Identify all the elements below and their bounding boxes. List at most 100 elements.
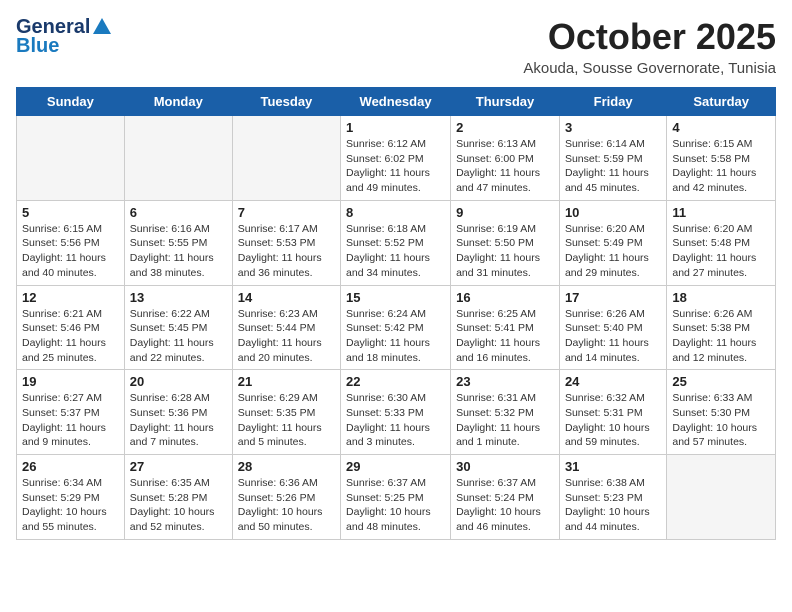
day-cell: 13 Sunrise: 6:22 AMSunset: 5:45 PMDayligh… — [124, 285, 232, 370]
day-info: Sunrise: 6:37 AMSunset: 5:25 PMDaylight:… — [346, 476, 445, 535]
day-cell: 31 Sunrise: 6:38 AMSunset: 5:23 PMDayligh… — [559, 455, 666, 540]
day-cell: 9 Sunrise: 6:19 AMSunset: 5:50 PMDaylight… — [451, 200, 560, 285]
day-cell: 18Sunrise: 6:26 AMSunset: 5:38 PMDayligh… — [667, 285, 776, 370]
day-cell: 12 Sunrise: 6:21 AMSunset: 5:46 PMDayligh… — [17, 285, 125, 370]
day-number: 29 — [346, 459, 445, 474]
day-number: 1 — [346, 120, 445, 135]
title-section: October 2025 Akouda, Sousse Governorate,… — [523, 16, 776, 77]
day-info: Sunrise: 6:29 AMSunset: 5:35 PMDaylight:… — [238, 391, 335, 450]
day-cell: 6 Sunrise: 6:16 AMSunset: 5:55 PMDaylight… — [124, 200, 232, 285]
day-cell: 1 Sunrise: 6:12 AMSunset: 6:02 PMDaylight… — [341, 116, 451, 201]
day-cell: 26Sunrise: 6:34 AMSunset: 5:29 PMDayligh… — [17, 455, 125, 540]
header-row: SundayMondayTuesdayWednesdayThursdayFrid… — [17, 88, 776, 116]
day-info: Sunrise: 6:20 AMSunset: 5:49 PMDaylight:… — [565, 222, 661, 281]
day-number: 22 — [346, 374, 445, 389]
day-cell: 17Sunrise: 6:26 AMSunset: 5:40 PMDayligh… — [559, 285, 666, 370]
day-info: Sunrise: 6:28 AMSunset: 5:36 PMDaylight:… — [130, 391, 227, 450]
day-number: 3 — [565, 120, 661, 135]
day-cell — [17, 116, 125, 201]
col-header-saturday: Saturday — [667, 88, 776, 116]
day-number: 8 — [346, 205, 445, 220]
day-number: 7 — [238, 205, 335, 220]
day-info: Sunrise: 6:26 AMSunset: 5:40 PMDaylight:… — [565, 307, 661, 366]
location: Akouda, Sousse Governorate, Tunisia — [523, 60, 776, 77]
day-number: 13 — [130, 290, 227, 305]
day-cell — [667, 455, 776, 540]
day-number: 10 — [565, 205, 661, 220]
day-cell: 30Sunrise: 6:37 AMSunset: 5:24 PMDayligh… — [451, 455, 560, 540]
day-cell: 25 Sunrise: 6:33 AMSunset: 5:30 PMDayligh… — [667, 370, 776, 455]
day-cell: 7 Sunrise: 6:17 AMSunset: 5:53 PMDaylight… — [232, 200, 340, 285]
day-info: Sunrise: 6:25 AMSunset: 5:41 PMDaylight:… — [456, 307, 554, 366]
day-number: 9 — [456, 205, 554, 220]
col-header-friday: Friday — [559, 88, 666, 116]
day-cell: 10 Sunrise: 6:20 AMSunset: 5:49 PMDayligh… — [559, 200, 666, 285]
col-header-sunday: Sunday — [17, 88, 125, 116]
day-info: Sunrise: 6:12 AMSunset: 6:02 PMDaylight:… — [346, 137, 445, 196]
day-cell: 15 Sunrise: 6:24 AMSunset: 5:42 PMDayligh… — [341, 285, 451, 370]
day-info: Sunrise: 6:32 AMSunset: 5:31 PMDaylight:… — [565, 391, 661, 450]
day-info: Sunrise: 6:17 AMSunset: 5:53 PMDaylight:… — [238, 222, 335, 281]
day-info: Sunrise: 6:26 AMSunset: 5:38 PMDaylight:… — [672, 307, 770, 366]
day-cell: 24 Sunrise: 6:32 AMSunset: 5:31 PMDayligh… — [559, 370, 666, 455]
day-cell: 28 Sunrise: 6:36 AMSunset: 5:26 PMDayligh… — [232, 455, 340, 540]
day-number: 25 — [672, 374, 770, 389]
day-info: Sunrise: 6:14 AMSunset: 5:59 PMDaylight:… — [565, 137, 661, 196]
day-number: 30 — [456, 459, 554, 474]
day-cell: 21 Sunrise: 6:29 AMSunset: 5:35 PMDayligh… — [232, 370, 340, 455]
month-title: October 2025 — [523, 16, 776, 58]
day-cell: 22 Sunrise: 6:30 AMSunset: 5:33 PMDayligh… — [341, 370, 451, 455]
day-info: Sunrise: 6:31 AMSunset: 5:32 PMDaylight:… — [456, 391, 554, 450]
day-number: 5 — [22, 205, 119, 220]
day-number: 4 — [672, 120, 770, 135]
day-cell — [232, 116, 340, 201]
day-number: 28 — [238, 459, 335, 474]
day-number: 31 — [565, 459, 661, 474]
day-cell: 27Sunrise: 6:35 AMSunset: 5:28 PMDayligh… — [124, 455, 232, 540]
day-info: Sunrise: 6:24 AMSunset: 5:42 PMDaylight:… — [346, 307, 445, 366]
day-info: Sunrise: 6:27 AMSunset: 5:37 PMDaylight:… — [22, 391, 119, 450]
day-cell: 23 Sunrise: 6:31 AMSunset: 5:32 PMDayligh… — [451, 370, 560, 455]
day-number: 12 — [22, 290, 119, 305]
col-header-tuesday: Tuesday — [232, 88, 340, 116]
day-info: Sunrise: 6:15 AMSunset: 5:58 PMDaylight:… — [672, 137, 770, 196]
day-cell: 29 Sunrise: 6:37 AMSunset: 5:25 PMDayligh… — [341, 455, 451, 540]
week-row-4: 19 Sunrise: 6:27 AMSunset: 5:37 PMDayligh… — [17, 370, 776, 455]
day-info: Sunrise: 6:19 AMSunset: 5:50 PMDaylight:… — [456, 222, 554, 281]
day-number: 20 — [130, 374, 227, 389]
day-info: Sunrise: 6:33 AMSunset: 5:30 PMDaylight:… — [672, 391, 770, 450]
day-cell: 19 Sunrise: 6:27 AMSunset: 5:37 PMDayligh… — [17, 370, 125, 455]
day-cell: 5 Sunrise: 6:15 AMSunset: 5:56 PMDaylight… — [17, 200, 125, 285]
day-number: 6 — [130, 205, 227, 220]
day-info: Sunrise: 6:20 AMSunset: 5:48 PMDaylight:… — [672, 222, 770, 281]
col-header-monday: Monday — [124, 88, 232, 116]
day-cell: 14Sunrise: 6:23 AMSunset: 5:44 PMDayligh… — [232, 285, 340, 370]
day-info: Sunrise: 6:13 AMSunset: 6:00 PMDaylight:… — [456, 137, 554, 196]
day-cell: 2Sunrise: 6:13 AMSunset: 6:00 PMDaylight… — [451, 116, 560, 201]
day-number: 15 — [346, 290, 445, 305]
day-info: Sunrise: 6:21 AMSunset: 5:46 PMDaylight:… — [22, 307, 119, 366]
col-header-wednesday: Wednesday — [341, 88, 451, 116]
page-header: General Blue October 2025 Akouda, Sousse… — [16, 16, 776, 77]
day-number: 21 — [238, 374, 335, 389]
day-cell: 11Sunrise: 6:20 AMSunset: 5:48 PMDayligh… — [667, 200, 776, 285]
day-info: Sunrise: 6:34 AMSunset: 5:29 PMDaylight:… — [22, 476, 119, 535]
day-info: Sunrise: 6:23 AMSunset: 5:44 PMDaylight:… — [238, 307, 335, 366]
week-row-1: 1 Sunrise: 6:12 AMSunset: 6:02 PMDaylight… — [17, 116, 776, 201]
day-info: Sunrise: 6:38 AMSunset: 5:23 PMDaylight:… — [565, 476, 661, 535]
day-info: Sunrise: 6:15 AMSunset: 5:56 PMDaylight:… — [22, 222, 119, 281]
day-number: 24 — [565, 374, 661, 389]
day-cell: 4 Sunrise: 6:15 AMSunset: 5:58 PMDaylight… — [667, 116, 776, 201]
day-number: 19 — [22, 374, 119, 389]
day-number: 27 — [130, 459, 227, 474]
col-header-thursday: Thursday — [451, 88, 560, 116]
week-row-3: 12 Sunrise: 6:21 AMSunset: 5:46 PMDayligh… — [17, 285, 776, 370]
calendar-table: SundayMondayTuesdayWednesdayThursdayFrid… — [16, 87, 776, 540]
day-cell — [124, 116, 232, 201]
day-info: Sunrise: 6:18 AMSunset: 5:52 PMDaylight:… — [346, 222, 445, 281]
day-info: Sunrise: 6:16 AMSunset: 5:55 PMDaylight:… — [130, 222, 227, 281]
day-info: Sunrise: 6:36 AMSunset: 5:26 PMDaylight:… — [238, 476, 335, 535]
day-info: Sunrise: 6:22 AMSunset: 5:45 PMDaylight:… — [130, 307, 227, 366]
day-number: 23 — [456, 374, 554, 389]
day-info: Sunrise: 6:30 AMSunset: 5:33 PMDaylight:… — [346, 391, 445, 450]
